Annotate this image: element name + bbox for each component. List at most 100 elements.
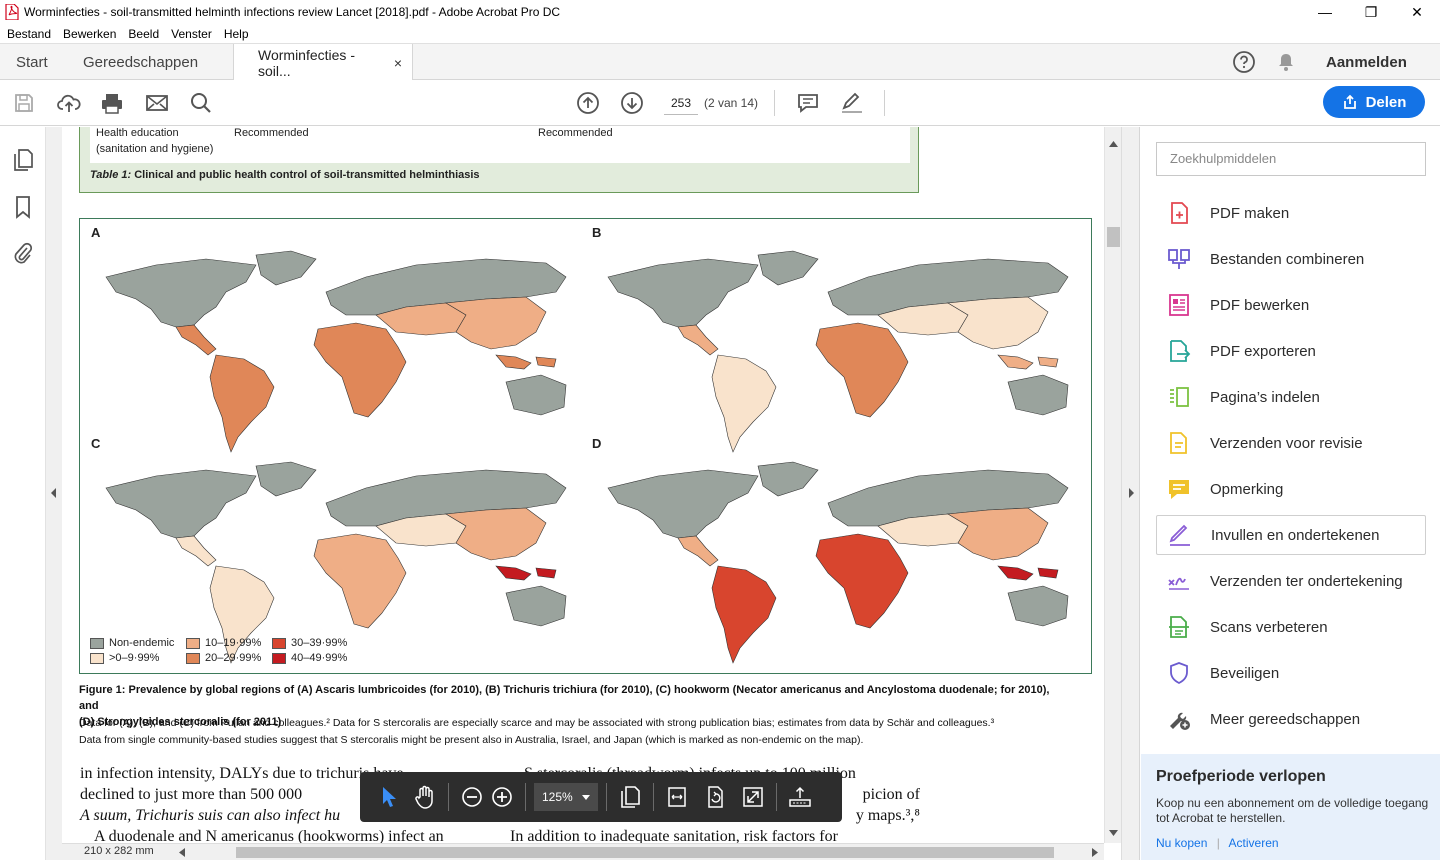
tab-close-button[interactable]: × [394,55,402,71]
legend-item: Non-endemic [90,637,174,649]
map-panel-a [105,250,567,453]
tool-send-for-review[interactable]: Verzenden voor revisie [1156,423,1426,463]
fit-width-button[interactable] [662,782,692,812]
zoom-level-dropdown[interactable]: 125% [534,783,598,811]
hand-tool-button[interactable] [410,782,440,812]
scroll-up-icon[interactable] [1109,141,1118,147]
map-panel-b [607,250,1069,453]
send-review-icon [1166,430,1192,456]
tool-export-pdf[interactable]: PDF exporteren [1156,331,1426,371]
legend-swatch [186,652,200,664]
menu-help[interactable]: Help [224,27,249,41]
page-number-input[interactable]: 253 [664,91,698,115]
search-tools-input[interactable]: Zoekhulpmiddelen [1156,142,1426,176]
rotate-page-button[interactable] [700,782,730,812]
figure-note-line: Data from single community-based studies… [79,734,864,746]
tool-label: Scans verbeteren [1210,618,1328,636]
minimize-icon: — [1318,4,1332,20]
restore-icon: ❐ [1364,3,1378,20]
share-icon [1343,94,1356,109]
tool-organize-pages[interactable]: Pagina’s indelen [1156,377,1426,417]
menu-beeld[interactable]: Beeld [128,27,159,41]
tab-document[interactable]: Worminfecties - soil... × [233,44,413,81]
tool-label: Pagina’s indelen [1210,388,1320,406]
scroll-down-icon[interactable] [1109,830,1118,836]
share-button[interactable]: Delen [1323,86,1425,118]
previous-page-button[interactable] [575,90,601,116]
comment-tool-button[interactable] [795,90,821,116]
tool-edit-pdf[interactable]: PDF bewerken [1156,285,1426,325]
menu-venster[interactable]: Venster [171,27,212,41]
table-caption-text: Clinical and public health control of so… [134,169,480,181]
tool-send-for-signature[interactable]: Verzenden ter ondertekening [1156,561,1426,601]
paperclip-icon [14,242,33,264]
tool-enhance-scans[interactable]: Scans verbeteren [1156,607,1426,647]
table-cell: Recommended [538,127,613,139]
upload-button[interactable] [56,90,82,116]
left-panel-toggle[interactable] [46,127,62,860]
map-region [711,354,777,453]
highlight-tool-button[interactable] [839,90,865,116]
scroll-left-icon[interactable] [179,848,185,857]
legend-label: 10–19·99% [205,637,262,649]
page-display-button[interactable] [615,782,645,812]
scroll-right-icon[interactable] [1092,848,1098,857]
bookmarks-button[interactable] [11,195,35,219]
cloud-upload-icon [57,94,81,112]
minimize-button[interactable]: — [1302,0,1348,24]
notifications-button[interactable] [1276,44,1296,80]
document-viewport[interactable]: Health education (sanitation and hygiene… [62,127,1104,843]
map-region [313,533,407,629]
full-screen-button[interactable] [738,782,768,812]
horizontal-scrollbar[interactable]: 210 x 282 mm [62,843,1104,860]
map-region [947,507,1049,561]
table-cell-text: (sanitation and hygiene) [96,143,214,155]
vertical-scrollbar[interactable] [1104,127,1121,843]
legend-item: 10–19·99% [186,637,261,649]
menu-bestand[interactable]: Bestand [7,27,51,41]
read-mode-button[interactable] [785,782,815,812]
tab-tools[interactable]: Gereedschappen [83,44,198,80]
attachments-button[interactable] [11,241,35,265]
activate-link[interactable]: Activeren [1229,836,1279,850]
arrow-down-circle-icon [621,92,643,114]
right-panel-toggle[interactable] [1121,127,1139,860]
arrow-up-circle-icon [577,92,599,114]
tool-more-tools[interactable]: Meer gereedschappen [1156,699,1426,739]
zoom-in-button[interactable] [487,782,517,812]
tool-fill-and-sign[interactable]: Invullen en ondertekenen [1156,515,1426,555]
email-button[interactable] [144,90,170,116]
table-cell: Health education (sanitation and hygiene… [96,127,213,157]
buy-now-link[interactable]: Nu kopen [1156,836,1207,850]
vertical-scroll-thumb[interactable] [1107,227,1120,247]
print-button[interactable] [99,90,125,116]
tool-label: Verzenden ter ondertekening [1210,572,1403,590]
horizontal-scroll-thumb[interactable] [236,847,1054,858]
maximize-button[interactable]: ❐ [1348,0,1394,24]
page-count: (2 van 14) [704,96,759,110]
figure-caption-line: Figure 1: Prevalence by global regions o… [79,684,1050,712]
page-thumbnails-button[interactable] [11,148,35,172]
close-window-button[interactable]: ✕ [1394,0,1440,24]
tool-combine-files[interactable]: Bestanden combineren [1156,239,1426,279]
table-1: Health education (sanitation and hygiene… [79,127,919,193]
hand-icon [415,785,433,809]
next-page-button[interactable] [619,90,645,116]
menu-bewerken[interactable]: Bewerken [63,27,116,41]
map-region [313,322,407,418]
tool-create-pdf[interactable]: PDF maken [1156,193,1426,233]
enhance-scans-icon [1166,614,1192,640]
help-button[interactable] [1232,44,1256,80]
search-button[interactable] [188,90,214,116]
select-tool-button[interactable] [374,782,404,812]
signin-button[interactable]: Aanmelden [1326,44,1407,80]
legend-item: >0–9·99% [90,652,159,664]
tool-protect[interactable]: Beveiligen [1156,653,1426,693]
map-region [495,565,557,581]
save-button[interactable] [11,90,37,116]
tool-comment[interactable]: Opmerking [1156,469,1426,509]
more-tools-icon [1166,706,1192,732]
tab-start[interactable]: Start [16,44,48,80]
trial-text: Koop nu een abonnement om de volledige t… [1156,796,1429,825]
zoom-out-button[interactable] [457,782,487,812]
